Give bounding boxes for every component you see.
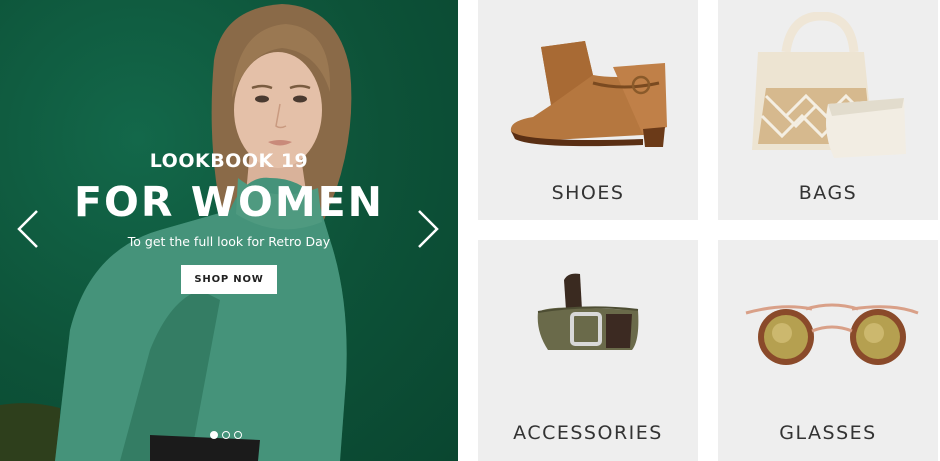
chevron-right-icon[interactable] <box>415 208 441 250</box>
slider-dots <box>210 431 242 439</box>
tote-bag-image <box>752 12 906 158</box>
category-label-shoes: SHOES <box>551 182 625 204</box>
category-tile-bags[interactable]: BAGS <box>718 0 938 220</box>
category-label-accessories: ACCESSORIES <box>513 422 663 444</box>
chevron-left-icon[interactable] <box>15 208 41 250</box>
hero-text: LOOKBOOK 19 FOR WOMEN To get the full lo… <box>0 150 458 294</box>
ankle-boot-image <box>510 41 667 147</box>
slider-dot-1[interactable] <box>210 431 218 439</box>
category-tile-accessories[interactable]: ACCESSORIES <box>478 240 698 461</box>
belt-image <box>537 273 639 350</box>
slider-dot-3[interactable] <box>234 431 242 439</box>
hero-slider: LOOKBOOK 19 FOR WOMEN To get the full lo… <box>0 0 458 461</box>
category-label-bags: BAGS <box>798 182 858 204</box>
category-tile-shoes[interactable]: SHOES <box>478 0 698 220</box>
hero-title: FOR WOMEN <box>74 178 384 226</box>
shop-now-button[interactable]: SHOP NOW <box>181 265 277 294</box>
hero-kicker: LOOKBOOK 19 <box>149 150 309 172</box>
category-tile-glasses[interactable]: GLASSES <box>718 240 938 461</box>
sunglasses-image <box>745 303 919 365</box>
hero-subtitle: To get the full look for Retro Day <box>127 234 331 249</box>
category-label-glasses: GLASSES <box>779 422 877 444</box>
slider-dot-2[interactable] <box>222 431 230 439</box>
